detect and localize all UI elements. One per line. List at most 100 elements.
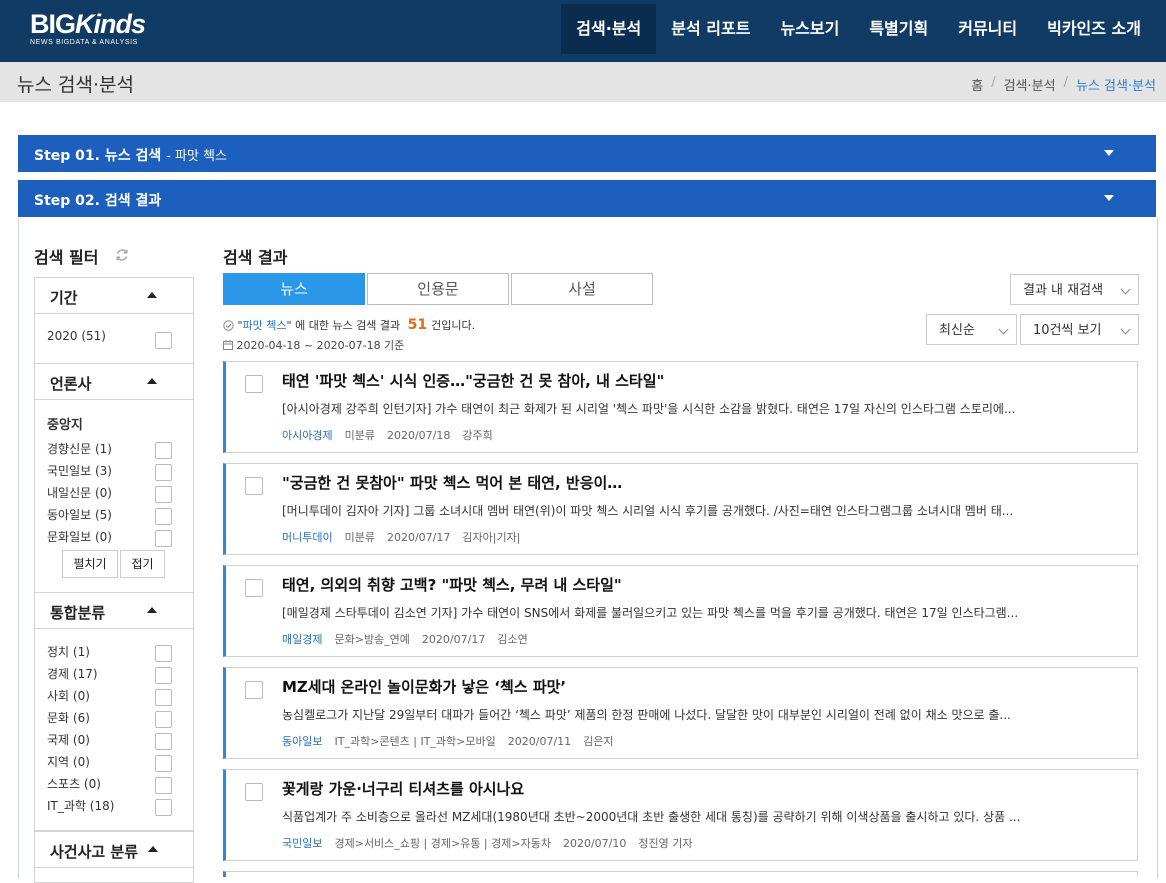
- refresh-icon[interactable]: [115, 248, 129, 262]
- filter-option-checkbox[interactable]: [155, 777, 172, 794]
- step1-query: - 파맛 첵스: [166, 149, 227, 164]
- filter-option-label: 국민일보 (3): [47, 464, 112, 478]
- nav-about[interactable]: 빅카인즈 소개: [1032, 4, 1156, 54]
- main-nav: 검색·분석 분석 리포트 뉴스보기 특별기획 커뮤니티 빅카인즈 소개: [561, 4, 1156, 54]
- article-title[interactable]: "궁금한 건 못참아" 파맛 첵스 먹어 본 태연, 반응이…: [282, 472, 622, 493]
- breadcrumb-separator: /: [991, 75, 996, 90]
- sort-select[interactable]: 최신순: [926, 314, 1017, 345]
- article-press[interactable]: 아시아경제: [282, 429, 333, 442]
- step2-results-bar[interactable]: Step 02. 검색 결과: [18, 180, 1156, 217]
- article-checkbox[interactable]: [245, 783, 263, 801]
- filter-option-label: 국제 (0): [47, 733, 90, 747]
- results-keyword: 파맛 첵스: [242, 319, 287, 332]
- filter-press: 언론사 중앙지 경향신문 (1) 국민일보 (3) 내일신문 (0) 동아일보 …: [34, 363, 194, 593]
- filter-option-label: 동아일보 (5): [47, 508, 112, 522]
- filter-option-checkbox[interactable]: [155, 332, 172, 349]
- filter-option-checkbox[interactable]: [155, 442, 172, 459]
- article-date: 2020/07/10: [562, 837, 627, 850]
- chevron-down-icon: [1120, 284, 1131, 295]
- filter-option-checkbox[interactable]: [155, 689, 172, 706]
- filter-option-label: 사회 (0): [47, 689, 90, 703]
- bigkinds-logo[interactable]: BIGKinds NEWS BIGDATA & ANALYSIS: [30, 9, 146, 47]
- filter-option-checkbox[interactable]: [155, 645, 172, 662]
- article-title[interactable]: 태연, 의외의 취향 고백? "파맛 첵스, 무려 내 스타일": [282, 574, 622, 595]
- filter-option-checkbox[interactable]: [155, 508, 172, 525]
- tab-news[interactable]: 뉴스: [223, 273, 365, 305]
- article-title[interactable]: 태연 '파맛 첵스' 시식 인증…"궁금한 건 못 참아, 내 스타일": [282, 370, 664, 391]
- filter-incident: 사건사고 분류: [34, 831, 194, 883]
- article-category: 문화>방송_연예: [334, 633, 410, 646]
- article-card: MZ세대 온라인 놀이문화가 낳은 ‘첵스 파맛’ 농심켈로그가 지난달 29일…: [223, 667, 1138, 759]
- filter-option-checkbox[interactable]: [155, 733, 172, 750]
- article-desc: 식품업계가 주 소비층으로 올라선 MZ세대(1980년대 초반~2000년대 …: [282, 810, 1021, 824]
- article-author: 김은지: [583, 735, 614, 748]
- article-title[interactable]: 꽃게랑 가운·너구리 티셔츠를 아시나요: [282, 778, 524, 799]
- nav-analysis-report[interactable]: 분석 리포트: [656, 4, 765, 54]
- article-checkbox[interactable]: [245, 477, 263, 495]
- article-author: 강주희: [462, 429, 493, 442]
- expand-button[interactable]: 펼치기: [62, 550, 118, 578]
- article-checkbox[interactable]: [245, 681, 263, 699]
- filter-option-checkbox[interactable]: [155, 530, 172, 547]
- article-card: 태연, 의외의 취향 고백? "파맛 첵스, 무려 내 스타일" [매일경제 스…: [223, 565, 1138, 657]
- nav-community[interactable]: 커뮤니티: [943, 4, 1032, 54]
- article-press[interactable]: 국민일보: [282, 837, 322, 850]
- page-size-select[interactable]: 10건씩 보기: [1020, 314, 1139, 345]
- search-within-select[interactable]: 결과 내 재검색: [1010, 274, 1139, 305]
- article-author: 정진영 기자: [638, 837, 693, 850]
- results-count: 51: [407, 317, 428, 333]
- caret-up-icon: [147, 378, 157, 384]
- breadcrumb-search-analysis[interactable]: 검색·분석: [1004, 75, 1056, 94]
- step1-news-search-bar[interactable]: Step 01. 뉴스 검색 - 파맛 첵스: [18, 135, 1156, 172]
- article-desc: [매일경제 스타투데이 김소연 기자] 가수 태연이 SNS에서 화제를 불러일…: [282, 606, 1019, 620]
- article-press[interactable]: 머니투데이: [282, 531, 333, 544]
- article-date: 2020/07/17: [421, 633, 486, 646]
- filter-period-header[interactable]: 기간: [35, 278, 193, 314]
- filter-title: 검색 필터: [34, 248, 99, 267]
- filter-incident-header[interactable]: 사건사고 분류: [35, 832, 193, 868]
- breadcrumb-current[interactable]: 뉴스 검색·분석: [1076, 75, 1156, 94]
- check-circle-icon: [223, 320, 234, 334]
- filter-category: 통합분류 정치 (1) 경제 (17) 사회 (0) 문화 (6) 국제 (0)…: [34, 592, 194, 831]
- results-summary: "파맛 첵스" 에 대한 뉴스 검색 결과 51 건입니다.: [223, 317, 475, 334]
- filter-option-label: 스포츠 (0): [47, 777, 101, 791]
- filter-option-label: 경제 (17): [47, 667, 98, 681]
- article-category: 미분류: [344, 531, 375, 544]
- filter-subhead-central: 중앙지: [47, 418, 83, 433]
- filter-option-checkbox[interactable]: [155, 464, 172, 481]
- tab-quotes[interactable]: 인용문: [367, 273, 509, 305]
- article-desc: [머니투데이 김자아 기자] 그룹 소녀시대 멤버 태연(위)이 파맛 첵스 시…: [282, 504, 1014, 518]
- article-press[interactable]: 매일경제: [282, 633, 322, 646]
- filter-option-label: 내일신문 (0): [47, 486, 112, 500]
- nav-special[interactable]: 특별기획: [854, 4, 943, 54]
- page-header-bar: 뉴스 검색·분석 홈 / 검색·분석 / 뉴스 검색·분석: [0, 62, 1166, 102]
- collapse-button[interactable]: 접기: [120, 550, 165, 578]
- nav-news-view[interactable]: 뉴스보기: [765, 4, 854, 54]
- article-checkbox[interactable]: [245, 579, 263, 597]
- article-meta: 동아일보 IT_과학>콘텐츠 | IT_과학>모바일 2020/07/11 김은지: [282, 733, 614, 749]
- article-title[interactable]: MZ세대 온라인 놀이문화가 낳은 ‘첵스 파맛’: [282, 676, 566, 697]
- article-category: IT_과학>콘텐츠 | IT_과학>모바일: [334, 735, 496, 748]
- filter-option-checkbox[interactable]: [155, 755, 172, 772]
- chevron-down-icon: [1120, 324, 1131, 335]
- article-checkbox[interactable]: [245, 375, 263, 393]
- article-card: 태연 '파맛 첵스' 시식 인증…"궁금한 건 못 참아, 내 스타일" [아시…: [223, 361, 1138, 453]
- filter-option-checkbox[interactable]: [155, 711, 172, 728]
- nav-search-analysis[interactable]: 검색·분석: [561, 4, 657, 54]
- page-title: 뉴스 검색·분석: [17, 74, 134, 96]
- filter-option-checkbox[interactable]: [155, 486, 172, 503]
- top-navigation-bar: BIGKinds NEWS BIGDATA & ANALYSIS 검색·분석 분…: [0, 0, 1166, 62]
- filter-option-label: 2020 (51): [47, 329, 106, 343]
- filter-option-checkbox[interactable]: [155, 667, 172, 684]
- article-meta: 머니투데이 미분류 2020/07/17 김자아|기자|: [282, 529, 520, 545]
- filter-option-checkbox[interactable]: [155, 799, 172, 816]
- filter-category-header[interactable]: 통합분류: [35, 593, 193, 629]
- results-date-range: 2020-04-18 ~ 2020-07-18 기준: [223, 337, 404, 353]
- article-press[interactable]: 동아일보: [282, 735, 322, 748]
- caret-down-icon: [1104, 195, 1114, 201]
- caret-up-icon: [148, 846, 158, 852]
- breadcrumb-home[interactable]: 홈: [971, 75, 983, 94]
- filter-press-header[interactable]: 언론사: [35, 364, 193, 400]
- tab-editorials[interactable]: 사설: [511, 273, 653, 305]
- article-category: 미분류: [344, 429, 375, 442]
